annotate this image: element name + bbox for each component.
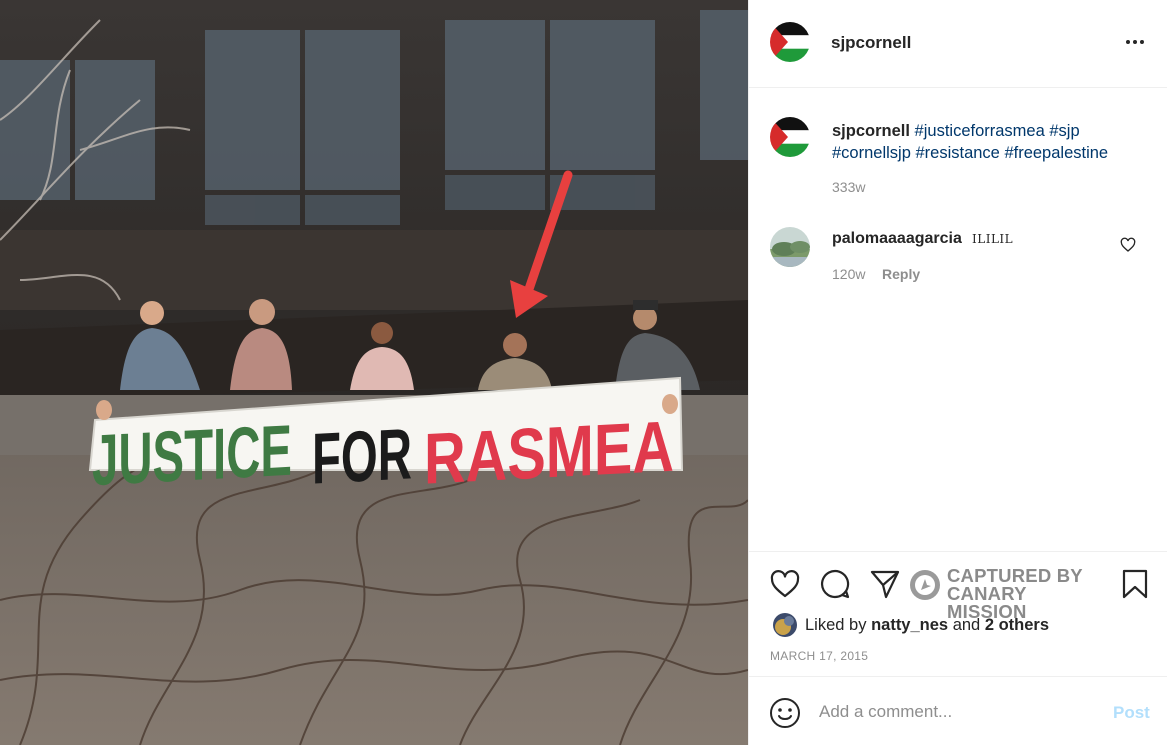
hashtag-link[interactable]: #justiceforrasmea [915,122,1045,140]
more-options-icon[interactable] [1122,32,1148,52]
likes-user-link[interactable]: natty_nes [871,616,948,635]
banner-word-justice: JUSTICE [92,411,292,501]
emoji-icon[interactable] [769,697,801,729]
post-side-panel: sjpcornell sjpcornell #justiceforrasmea … [748,0,1167,745]
comment-username[interactable]: palomaaaagarcia [832,230,962,248]
comment-timestamp[interactable]: 120w [832,266,865,282]
reply-button[interactable]: Reply [882,266,920,282]
header-username[interactable]: sjpcornell [831,33,911,53]
hashtag-link[interactable]: #cornellsjp [832,144,911,162]
comment-icon[interactable] [819,568,851,600]
heart-icon[interactable] [1120,237,1136,253]
canary-mission-logo-icon [910,570,940,600]
banner-word-rasmea: RASMEA [424,407,674,500]
comment-input[interactable] [819,697,1099,727]
hashtag-link[interactable]: #resistance [915,144,999,162]
post-date[interactable]: MARCH 17, 2015 [770,649,868,663]
banner-word-for: FOR [312,414,412,499]
canary-mission-watermark: CAPTURED BY CANARY MISSION [909,566,1109,621]
bookmark-icon[interactable] [1119,568,1151,600]
comment-text: ILILIL [972,232,1014,246]
avatar[interactable] [770,117,810,157]
add-comment-bar: Post [749,676,1167,745]
likes-conjunction: and [952,615,981,634]
post-comment-button[interactable]: Post [1113,703,1150,723]
heart-icon[interactable] [769,568,801,600]
likes-prefix: Liked by [805,615,867,634]
caption-timestamp[interactable]: 333w [832,179,865,195]
hashtag-link[interactable]: #freepalestine [1004,144,1108,162]
share-icon[interactable] [869,568,901,600]
post-photo[interactable]: JUSTICE FOR RASMEA [0,0,748,745]
likes-others-link[interactable]: 2 others [985,616,1049,635]
avatar[interactable] [773,613,797,637]
photo-scene: JUSTICE FOR RASMEA [0,0,748,745]
avatar[interactable] [770,227,810,267]
post-header: sjpcornell [749,0,1167,88]
caption-username[interactable]: sjpcornell [832,122,910,140]
likes-summary: Liked by natty_nes and 2 others [773,612,1049,638]
hashtag-link[interactable]: #sjp [1049,122,1079,140]
avatar[interactable] [770,22,810,62]
comment-item: palomaaaagarcia ILILIL 120w Reply [749,222,1167,292]
post-actions: CAPTURED BY CANARY MISSION Liked by natt… [749,551,1167,675]
caption-text: sjpcornell #justiceforrasmea #sjp #corne… [832,120,1142,164]
